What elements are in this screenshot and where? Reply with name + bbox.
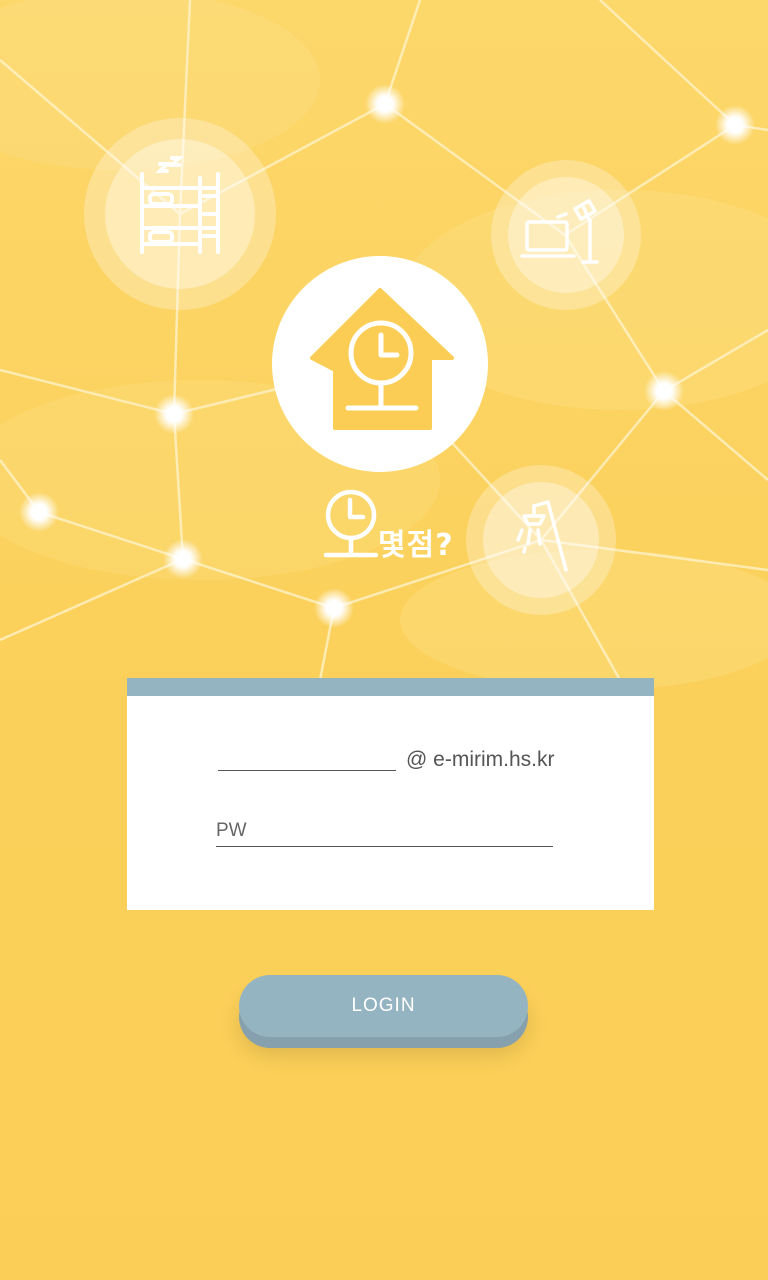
- shower-icon: [466, 465, 616, 615]
- id-input-underline: [218, 770, 396, 771]
- login-button[interactable]: LOGIN: [239, 975, 528, 1037]
- laptop-lamp-icon: [491, 160, 641, 310]
- house-clock-icon: [272, 256, 488, 472]
- email-domain-label: @ e-mirim.hs.kr: [406, 748, 555, 771]
- password-input[interactable]: [216, 816, 553, 847]
- network-background: [0, 0, 768, 690]
- login-card-header-bar: [127, 678, 654, 696]
- bunk-bed-icon: [84, 118, 276, 310]
- id-input[interactable]: [218, 744, 400, 772]
- app-name-text: 몇점?: [378, 528, 454, 563]
- login-card: @ e-mirim.hs.kr: [127, 678, 654, 910]
